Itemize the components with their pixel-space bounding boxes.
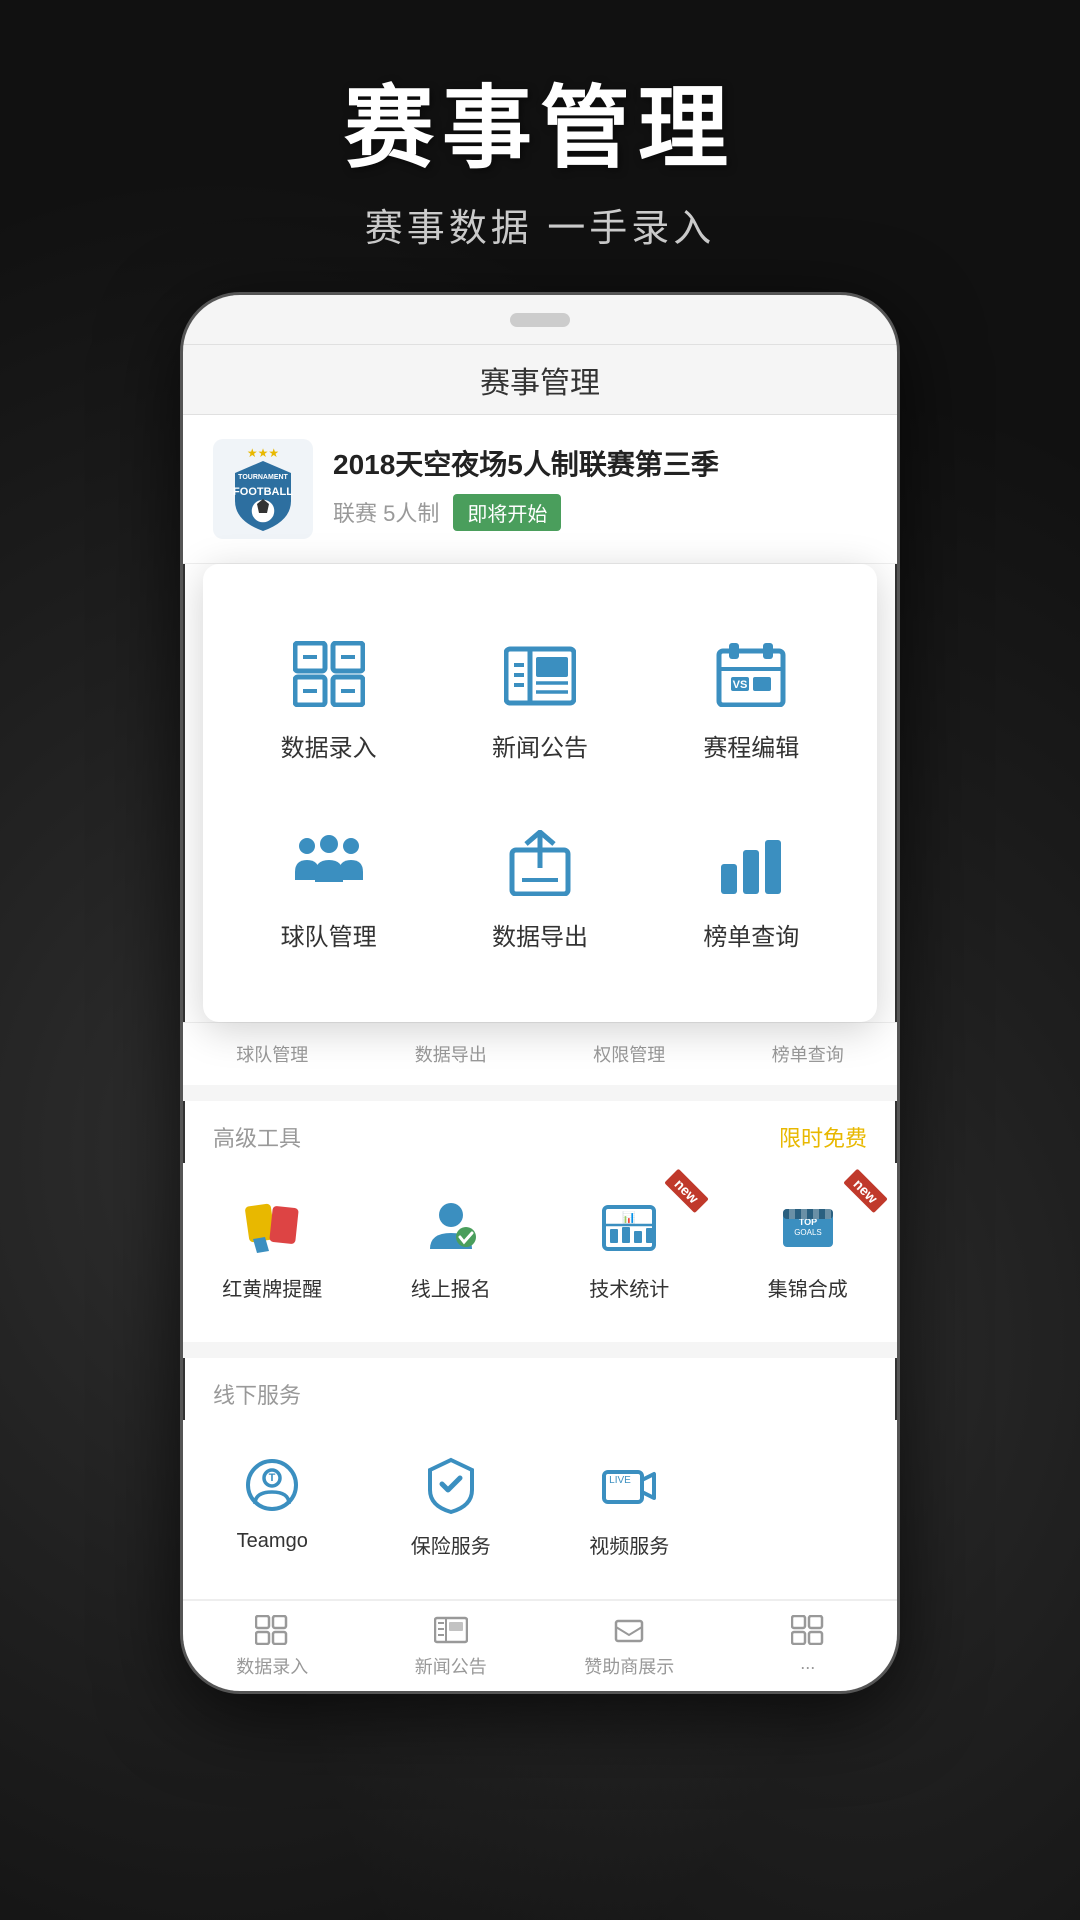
hero-section: 赛事管理 赛事数据 一手录入: [344, 0, 736, 292]
video-icon: LIVE: [594, 1450, 664, 1520]
section-divider-2: [183, 1342, 897, 1358]
data-entry-icon: [284, 634, 374, 714]
section-divider-1: [183, 1085, 897, 1101]
bottom-nav-row: 球队管理 数据导出 权限管理 榜单查询: [183, 1022, 897, 1085]
new-badge-highlight: new: [843, 1169, 888, 1214]
hero-title: 赛事管理: [344, 80, 736, 179]
tool-label-insurance: 保险服务: [411, 1530, 491, 1559]
menu-label-export: 数据导出: [492, 917, 588, 952]
bottom-nav-team[interactable]: 球队管理: [183, 1033, 362, 1075]
advanced-tools-label: 高级工具: [213, 1121, 301, 1153]
teamgo-icon: T: [237, 1450, 307, 1520]
tool-label-stats: 技术统计: [589, 1273, 669, 1302]
ranking-icon: [706, 823, 796, 903]
menu-item-news[interactable]: 新闻公告: [434, 604, 645, 793]
tab-news-icon: [432, 1613, 470, 1647]
tab-sponsor-icon: [610, 1613, 648, 1647]
tool-label-register: 线上报名: [411, 1273, 491, 1302]
tool-item-register[interactable]: 线上报名: [362, 1173, 541, 1322]
tournament-info: 2018天空夜场5人制联赛第三季 联赛 5人制 即将开始: [333, 447, 867, 530]
bottom-tab-bar: 数据录入 新闻公告: [183, 1599, 897, 1691]
card-icon: [237, 1193, 307, 1263]
svg-text:★★★: ★★★: [247, 446, 279, 460]
menu-label-data-entry: 数据录入: [281, 728, 377, 763]
tab-label-news: 新闻公告: [415, 1653, 487, 1679]
offline-services-grid: T Teamgo 保险服务: [183, 1420, 897, 1599]
menu-item-data-entry[interactable]: 数据录入: [223, 604, 434, 793]
schedule-icon: VS: [706, 634, 796, 714]
phone-title-bar: 赛事管理: [183, 345, 897, 415]
svg-text:📊: 📊: [622, 1211, 636, 1224]
menu-item-export[interactable]: 数据导出: [434, 793, 645, 982]
tab-data-entry[interactable]: 数据录入: [183, 1613, 362, 1679]
tab-label-more: ...: [800, 1653, 815, 1674]
bottom-nav-permission[interactable]: 权限管理: [540, 1033, 719, 1075]
tool-label-highlight: 集锦合成: [768, 1273, 848, 1302]
tournament-logo: ★★★ TOURNAMENT FOOTBALL: [213, 439, 313, 539]
tool-item-insurance[interactable]: 保险服务: [362, 1430, 541, 1579]
phone-title-text: 赛事管理: [480, 358, 600, 402]
tool-item-stats[interactable]: new 📊 技术统计: [540, 1173, 719, 1322]
svg-text:VS: VS: [733, 679, 748, 691]
tool-item-card[interactable]: 红黄牌提醒: [183, 1173, 362, 1322]
tool-item-highlight[interactable]: new TOP GOALS 集锦合成: [719, 1173, 898, 1322]
menu-item-team[interactable]: 球队管理: [223, 793, 434, 982]
svg-text:LIVE: LIVE: [609, 1475, 631, 1486]
tab-label-data-entry: 数据录入: [236, 1653, 308, 1679]
bottom-nav-export[interactable]: 数据导出: [362, 1033, 541, 1075]
tab-more[interactable]: ...: [719, 1613, 898, 1679]
tournament-header: ★★★ TOURNAMENT FOOTBALL 2018天空夜场5人制联赛第三季…: [183, 415, 897, 564]
new-badge-stats: new: [665, 1169, 710, 1214]
menu-item-schedule[interactable]: VS 赛程编辑: [646, 604, 857, 793]
svg-text:GOALS: GOALS: [794, 1228, 822, 1237]
main-menu-grid: 数据录入: [223, 604, 857, 982]
svg-text:T: T: [269, 1472, 276, 1484]
tool-label-teamgo: Teamgo: [237, 1530, 308, 1553]
bottom-nav-ranking[interactable]: 榜单查询: [719, 1033, 898, 1075]
tool-item-video[interactable]: LIVE 视频服务: [540, 1430, 719, 1579]
tool-item-empty: [719, 1430, 898, 1579]
svg-text:FOOTBALL: FOOTBALL: [233, 486, 293, 498]
tool-label-card: 红黄牌提醒: [222, 1273, 322, 1302]
hero-subtitle: 赛事数据 一手录入: [344, 197, 736, 252]
news-icon: [495, 634, 585, 714]
phone-mockup: 赛事管理 ★★★ TOURNAMENT FOOTBALL: [180, 292, 900, 1694]
tab-more-icon: [789, 1613, 827, 1647]
tool-item-teamgo[interactable]: T Teamgo: [183, 1430, 362, 1579]
tool-label-video: 视频服务: [589, 1530, 669, 1559]
team-icon: [284, 823, 374, 903]
tournament-name: 2018天空夜场5人制联赛第三季: [333, 447, 867, 483]
tab-sponsor[interactable]: 赞助商展示: [540, 1613, 719, 1679]
advanced-tools-badge: 限时免费: [779, 1121, 867, 1153]
svg-text:TOURNAMENT: TOURNAMENT: [238, 474, 288, 481]
insurance-icon: [416, 1450, 486, 1520]
tab-label-sponsor: 赞助商展示: [584, 1653, 674, 1679]
menu-label-team: 球队管理: [281, 917, 377, 952]
phone-status-bar: [183, 295, 897, 345]
advanced-tools-grid: 红黄牌提醒 线上报名 new: [183, 1163, 897, 1342]
offline-services-label: 线下服务: [183, 1358, 897, 1420]
main-menu-card: 数据录入: [203, 564, 877, 1022]
status-badge: 即将开始: [453, 494, 561, 531]
highlight-icon: TOP GOALS: [773, 1193, 843, 1263]
stats-icon: 📊: [594, 1193, 664, 1263]
menu-label-news: 新闻公告: [492, 728, 588, 763]
menu-label-schedule: 赛程编辑: [703, 728, 799, 763]
menu-label-ranking: 榜单查询: [703, 917, 799, 952]
menu-item-ranking[interactable]: 榜单查询: [646, 793, 857, 982]
register-icon: [416, 1193, 486, 1263]
tournament-meta: 联赛 5人制 即将开始: [333, 494, 867, 531]
advanced-tools-header: 高级工具 限时免费: [183, 1101, 897, 1163]
tab-news[interactable]: 新闻公告: [362, 1613, 541, 1679]
tab-data-entry-icon: [253, 1613, 291, 1647]
meta-text: 联赛 5人制: [333, 496, 439, 528]
export-icon: [495, 823, 585, 903]
